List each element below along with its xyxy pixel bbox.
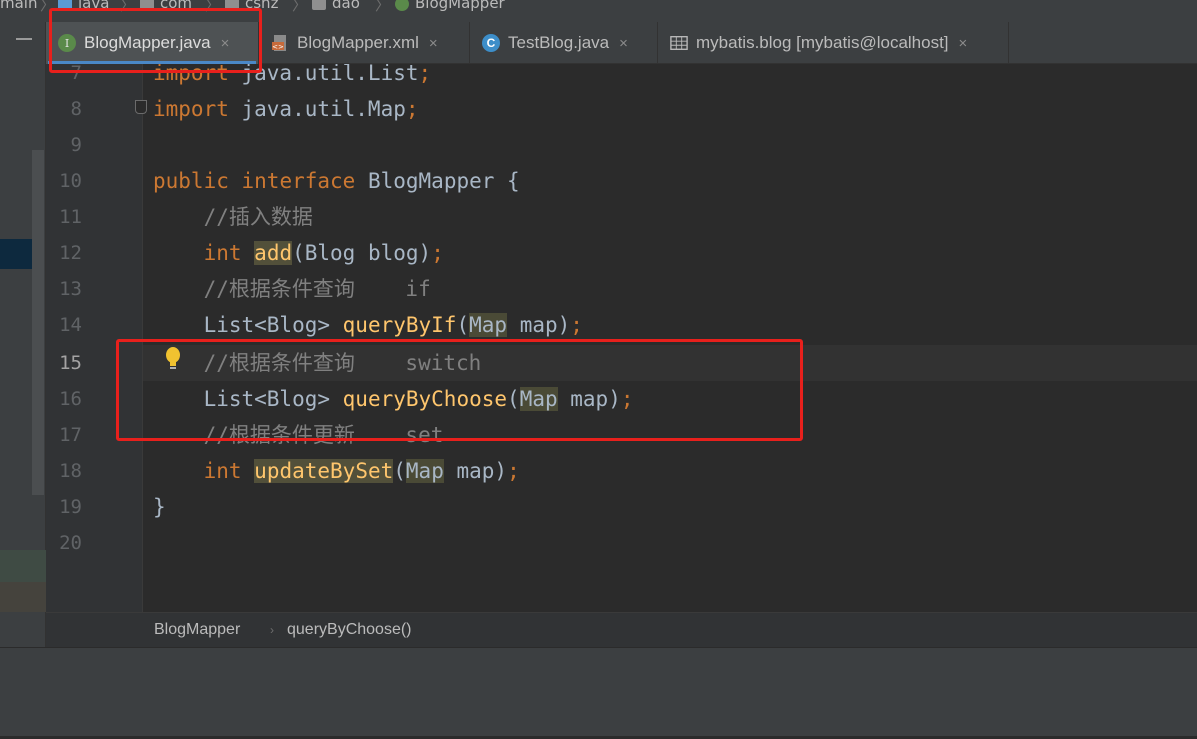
close-icon[interactable]: × <box>959 35 968 52</box>
tab-blogmapper-xml[interactable]: <> BlogMapper.xml × <box>259 22 470 64</box>
class-icon: C <box>482 34 500 52</box>
breadcrumb-separator: 〉 <box>375 0 391 14</box>
code-editor[interactable]: 7 8 9 10 11 12 13 14 15 16 17 18 19 20 i… <box>46 64 1197 612</box>
package-icon <box>225 0 239 10</box>
line-number: 7 <box>70 64 82 84</box>
collapse-icon[interactable] <box>16 38 32 40</box>
navigation-breadcrumb: main 〉 java 〉 com 〉 cshz 〉 dao 〉 BlogMap… <box>0 0 1197 22</box>
code-line-16[interactable]: List<Blog> queryByChoose(Map map); <box>153 381 634 417</box>
line-number: 12 <box>59 242 82 264</box>
breadcrumb-separator: 〉 <box>292 0 308 14</box>
line-number: 10 <box>59 170 82 192</box>
project-row-highlight <box>0 582 46 612</box>
line-number: 11 <box>59 206 82 228</box>
code-line-13[interactable]: //根据条件查询 if <box>153 271 431 307</box>
editor-tab-bar: I BlogMapper.java × <> BlogMapper.xml × … <box>46 22 1197 64</box>
tab-label: BlogMapper.java <box>84 33 211 52</box>
line-number: 17 <box>59 424 82 446</box>
line-number-gutter: 7 8 9 10 11 12 13 14 15 16 17 18 19 20 <box>46 64 147 612</box>
package-icon <box>140 0 154 10</box>
line-number: 14 <box>59 314 82 336</box>
folder-icon <box>58 0 72 10</box>
table-icon <box>670 34 688 52</box>
code-line-17[interactable]: //根据条件更新 set <box>153 417 444 453</box>
code-line-10[interactable]: public interface BlogMapper { <box>153 163 520 199</box>
tab-label: TestBlog.java <box>508 33 610 52</box>
breadcrumb-item-dao[interactable]: dao <box>312 0 360 14</box>
bottom-tool-panel <box>0 647 1197 739</box>
tab-blogmapper-java[interactable]: I BlogMapper.java × <box>46 22 259 64</box>
line-number-current: 15 <box>59 352 82 374</box>
tab-mybatis-blog-table[interactable]: mybatis.blog [mybatis@localhost] × <box>658 22 1009 64</box>
close-icon[interactable]: × <box>429 35 438 52</box>
code-line-15[interactable]: //根据条件查询 switch <box>153 345 482 381</box>
line-number: 20 <box>59 532 82 554</box>
close-icon[interactable]: × <box>221 35 230 52</box>
line-number: 8 <box>70 98 82 120</box>
tab-label: BlogMapper.xml <box>297 33 419 52</box>
code-line-8[interactable]: import java.util.Map; <box>153 91 419 127</box>
breadcrumb-class[interactable]: BlogMapper <box>154 621 240 639</box>
svg-text:<>: <> <box>272 43 284 51</box>
code-line-7[interactable]: import java.util.List; <box>153 64 431 91</box>
interface-icon <box>395 0 409 11</box>
breadcrumb-item-com[interactable]: com <box>140 0 192 14</box>
breadcrumb-separator: 〉 <box>40 0 56 14</box>
breadcrumb-separator: 〉 <box>205 0 221 14</box>
close-icon[interactable]: × <box>619 35 628 52</box>
left-tool-strip <box>0 22 46 647</box>
line-number: 19 <box>59 496 82 518</box>
tab-label: mybatis.blog [mybatis@localhost] <box>696 33 949 52</box>
package-icon <box>312 0 326 10</box>
code-line-19[interactable]: } <box>153 489 166 525</box>
code-structure-breadcrumb: BlogMapper › queryByChoose() <box>46 612 1197 647</box>
breadcrumb-item-main[interactable]: main <box>0 0 37 14</box>
breadcrumb-item-cshz[interactable]: cshz <box>225 0 278 14</box>
line-number: 18 <box>59 460 82 482</box>
code-line-14[interactable]: List<Blog> queryByIf(Map map); <box>153 307 583 343</box>
breadcrumb-item-blogmapper[interactable]: BlogMapper <box>395 0 505 14</box>
fold-marker-icon[interactable] <box>135 100 147 114</box>
interface-icon: I <box>58 34 76 52</box>
project-scrollbar[interactable] <box>32 150 44 495</box>
project-row-highlight <box>0 550 46 582</box>
xml-file-icon: <> <box>271 34 289 52</box>
line-number: 13 <box>59 278 82 300</box>
project-selection-highlight <box>0 239 32 269</box>
line-number: 16 <box>59 388 82 410</box>
line-number: 9 <box>70 134 82 156</box>
tab-testblog-java[interactable]: C TestBlog.java × <box>470 22 658 64</box>
breadcrumb-item-java[interactable]: java <box>58 0 109 14</box>
breadcrumb-separator: › <box>270 623 274 637</box>
code-line-12[interactable]: int add(Blog blog); <box>153 235 444 271</box>
code-line-11[interactable]: //插入数据 <box>153 199 313 235</box>
breadcrumb-method[interactable]: queryByChoose() <box>287 621 412 639</box>
code-line-18[interactable]: int updateBySet(Map map); <box>153 453 520 489</box>
breadcrumb-separator: 〉 <box>120 0 136 14</box>
